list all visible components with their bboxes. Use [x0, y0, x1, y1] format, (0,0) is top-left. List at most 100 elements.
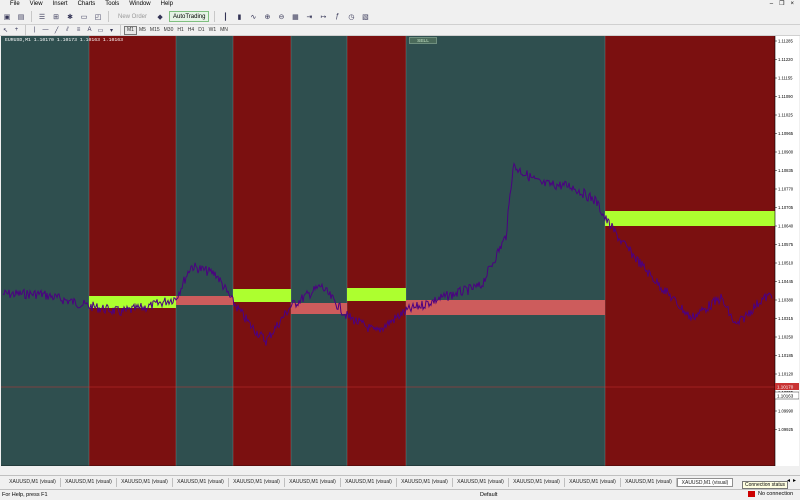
price-tick-label: 1.10575	[778, 242, 794, 247]
zoom-out-icon[interactable]: ⊖	[275, 11, 287, 23]
menu-window[interactable]: Window	[124, 0, 155, 9]
new-order-label: New Order	[118, 13, 148, 20]
indicators-icon[interactable]: ƒ	[331, 11, 343, 23]
terminal-icon[interactable]: ▭	[78, 11, 90, 23]
price-tick-label: 1.10120	[778, 372, 794, 377]
timeframe-mn[interactable]: MN	[218, 26, 230, 35]
chart-tab[interactable]: XAUUSD,M1 (visual)	[341, 478, 397, 487]
sell-level	[176, 296, 233, 305]
text-icon[interactable]: A	[85, 26, 94, 35]
price-tick-label: 1.10965	[778, 131, 794, 136]
timeframe-m1[interactable]: M1	[124, 25, 137, 35]
fibonacci-icon[interactable]: ≡	[74, 26, 83, 35]
crosshair-icon[interactable]: +	[12, 26, 21, 35]
navigator-icon[interactable]: ✱	[64, 11, 76, 23]
timeframe-buttons: M1 M5 M15 M30 H1 H4 D1 W1 MN	[124, 25, 230, 35]
price-chart[interactable]: 1.11285 1.11220 1.11155 1.11090 1.11025 1.109…	[1, 36, 799, 466]
chart-shift-icon[interactable]: ⇥	[303, 11, 315, 23]
chart-tab[interactable]: XAUUSD,M1 (visual)	[677, 478, 733, 487]
price-tick-label: 1.10770	[778, 187, 794, 192]
close-icon[interactable]: ×	[790, 0, 794, 9]
line-chart-icon[interactable]: ∿	[247, 11, 259, 23]
menu-charts[interactable]: Charts	[73, 0, 101, 9]
timeframe-d1[interactable]: D1	[196, 26, 206, 35]
horizontal-line-icon[interactable]: —	[41, 26, 50, 35]
autotrading-button[interactable]: AutoTrading	[169, 11, 210, 22]
restore-icon[interactable]: ❐	[779, 0, 784, 9]
price-tick-label: 1.10510	[778, 261, 794, 266]
menu-file[interactable]: File	[0, 0, 25, 9]
label-icon[interactable]: ▭	[96, 26, 105, 35]
timeframe-m5[interactable]: M5	[137, 26, 148, 35]
data-window-icon[interactable]: ⊞	[50, 11, 62, 23]
templates-icon[interactable]: ▧	[359, 11, 371, 23]
menu-bar: File View Insert Charts Tools Window Help	[0, 0, 800, 9]
price-tick-label: 1.09925	[778, 427, 794, 432]
new-chart-icon[interactable]: ▣	[1, 11, 13, 23]
autoscroll-icon[interactable]: ↦	[317, 11, 329, 23]
toolbar-separator	[25, 24, 26, 36]
chart-tab[interactable]: XAUUSD,M1 (visual)	[5, 478, 61, 487]
price-tick-label: 1.09990	[778, 409, 794, 414]
price-tick-label: 1.10445	[778, 279, 794, 284]
chart-canvas[interactable]: 1.11285 1.11220 1.11155 1.11090 1.11025 1.109…	[1, 36, 799, 466]
tile-windows-icon[interactable]: ▦	[289, 11, 301, 23]
vertical-line-icon[interactable]: |	[30, 26, 39, 35]
arrow-icon[interactable]: ▾	[107, 26, 116, 35]
periods-icon[interactable]: ◷	[345, 11, 357, 23]
sell-zone	[233, 36, 291, 466]
menu-tools[interactable]: Tools	[100, 0, 124, 9]
timeframe-m30[interactable]: M30	[162, 26, 176, 35]
menu-help[interactable]: Help	[156, 0, 178, 9]
chart-tab[interactable]: XAUUSD,M1 (visual)	[117, 478, 173, 487]
price-tick-label: 1.10640	[778, 224, 794, 229]
price-tick-label: 1.11285	[778, 39, 793, 44]
drawing-toolbar: ↖ + | — ╱ ⫽ ≡ A ▭ ▾ M1 M5 M15 M30 H1 H4 D1 W1 MN	[0, 24, 800, 36]
menu-insert[interactable]: Insert	[48, 0, 73, 9]
chart-tab[interactable]: XAUUSD,M1 (visual)	[285, 478, 341, 487]
price-tick-label: 1.10185	[778, 353, 794, 358]
profiles-icon[interactable]: ▤	[15, 11, 27, 23]
cursor-icon[interactable]: ↖	[1, 26, 10, 35]
metaeditor-icon[interactable]: ◆	[154, 11, 166, 23]
timeframe-m15[interactable]: M15	[148, 26, 162, 35]
trendline-icon[interactable]: ╱	[52, 26, 61, 35]
timeframe-w1[interactable]: W1	[207, 26, 219, 35]
terminal-window: File View Insert Charts Tools Window Help – ❐ …	[0, 0, 800, 500]
toolbar-separator	[214, 11, 216, 22]
chart-tab[interactable]: XAUUSD,M1 (visual)	[229, 478, 285, 487]
minimize-icon[interactable]: –	[770, 0, 773, 9]
tester-icon[interactable]: ◰	[92, 11, 104, 23]
bar-chart-icon[interactable]: ┃	[219, 11, 231, 23]
chart-tab[interactable]: XAUUSD,M1 (visual)	[173, 478, 229, 487]
zoom-in-icon[interactable]: ⊕	[261, 11, 273, 23]
timeframe-h1[interactable]: H1	[175, 26, 185, 35]
price-axis	[775, 36, 799, 466]
candlestick-icon[interactable]: ▮	[233, 11, 245, 23]
scroll-right-icon[interactable]: ▸	[793, 477, 796, 484]
sell-zone	[89, 36, 176, 466]
current-price-label: 1.10163	[777, 394, 794, 399]
timeframe-h4[interactable]: H4	[186, 26, 196, 35]
menu-view[interactable]: View	[25, 0, 48, 9]
chart-tab[interactable]: XAUUSD,M1 (visual)	[565, 478, 621, 487]
market-watch-icon[interactable]: ☰	[36, 11, 48, 23]
buy-level	[605, 211, 775, 226]
channel-icon[interactable]: ⫽	[63, 26, 72, 35]
chart-tab[interactable]: XAUUSD,M1 (visual)	[397, 478, 453, 487]
window-controls: – ❐ ×	[770, 0, 794, 9]
chart-tab[interactable]: XAUUSD,M1 (visual)	[453, 478, 509, 487]
connection-status[interactable]: No connection	[748, 491, 793, 497]
chart-tab[interactable]: XAUUSD,M1 (visual)	[61, 478, 117, 487]
price-tick-label: 1.11025	[778, 113, 793, 118]
chart-tab[interactable]: XAUUSD,M1 (visual)	[621, 478, 677, 487]
signal-badge: SELL	[409, 37, 437, 44]
price-tick-label: 1.10250	[778, 335, 794, 340]
price-tick-label: 1.10705	[778, 205, 794, 210]
new-order-button[interactable]: New Order	[114, 11, 151, 22]
chart-tab[interactable]: XAUUSD,M1 (visual)	[509, 478, 565, 487]
price-tick-label: 1.11220	[778, 57, 793, 62]
price-tick-label: 1.11155	[778, 76, 793, 81]
buy-level	[233, 289, 291, 302]
price-tick-label: 1.11090	[778, 94, 793, 99]
